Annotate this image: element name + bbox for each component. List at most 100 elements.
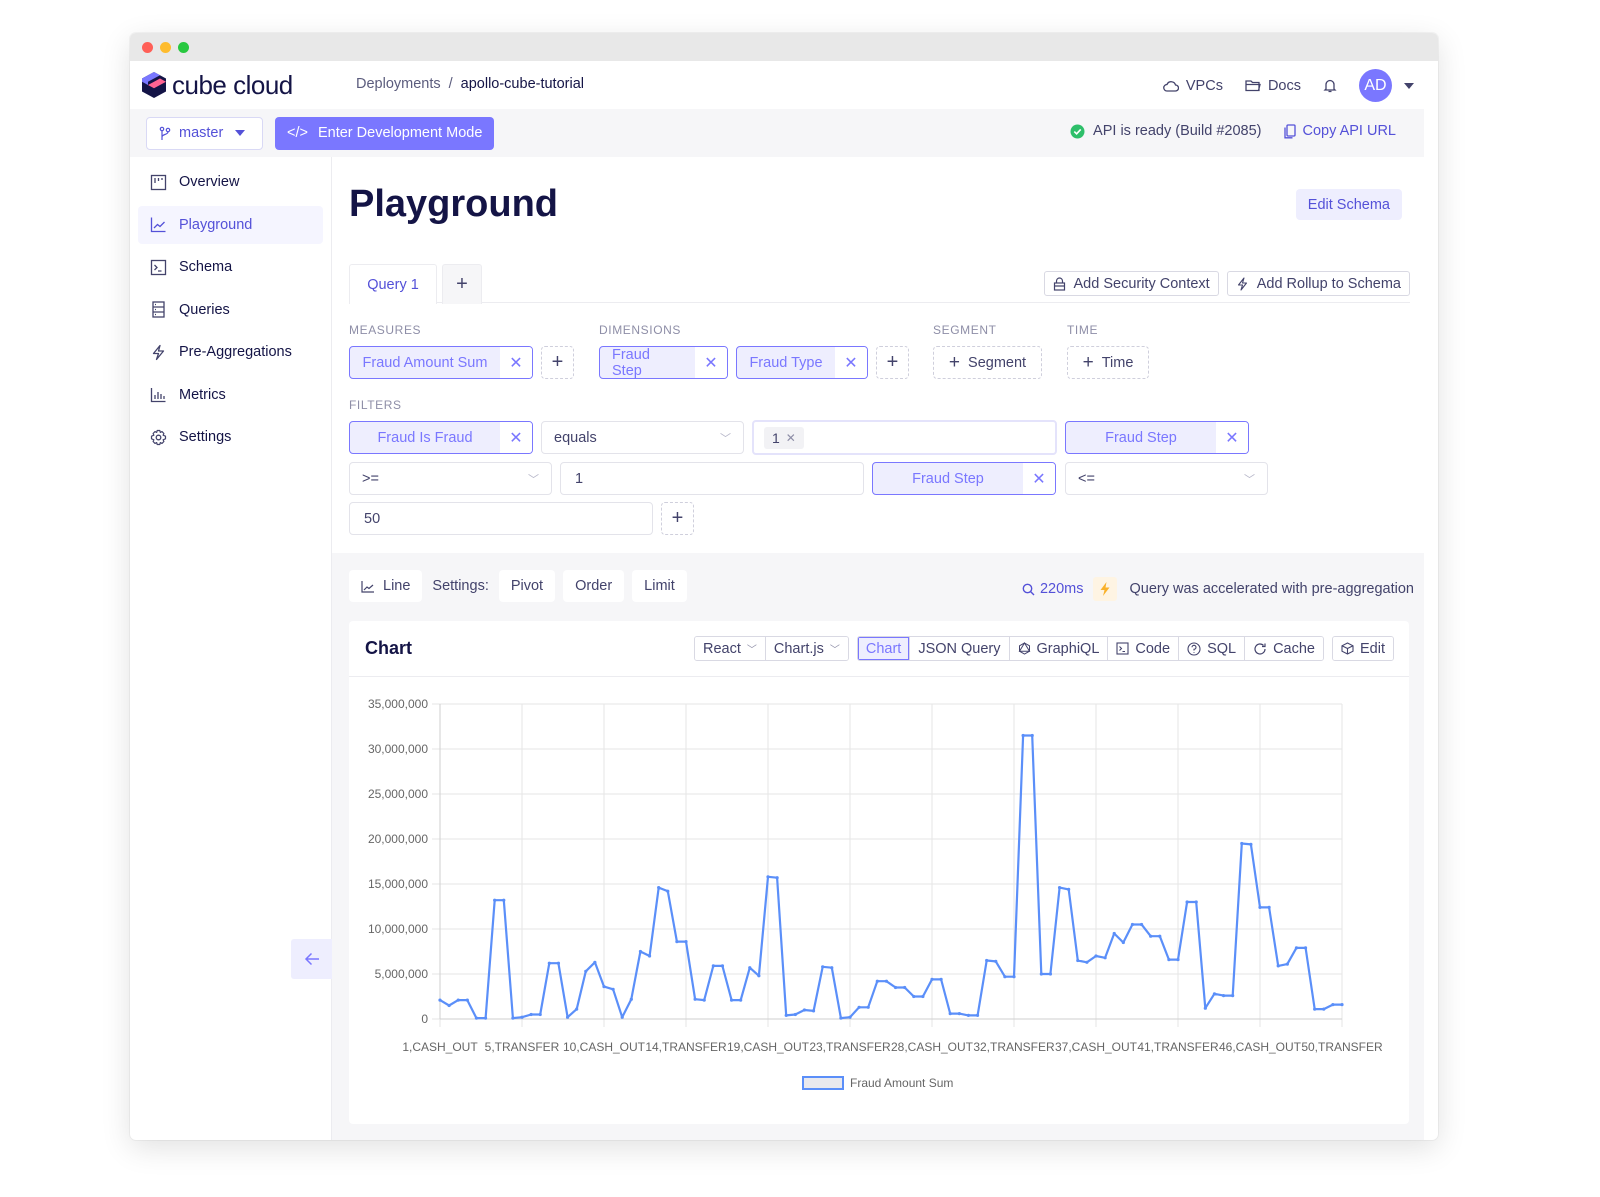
question-circle-icon (1187, 641, 1201, 656)
remove-dimension-icon[interactable]: ✕ (835, 347, 867, 378)
user-menu[interactable]: AD (1359, 69, 1414, 102)
vpcs-link[interactable]: VPCs (1163, 78, 1223, 94)
branch-selector[interactable]: master (146, 116, 263, 150)
minimize-window-button[interactable] (160, 41, 171, 53)
sidebar-item-playground[interactable]: Playground (138, 205, 323, 244)
notifications-button[interactable] (1323, 78, 1337, 93)
data-point (912, 994, 916, 999)
filter-operator-select[interactable]: >= ﹀ (349, 462, 552, 495)
filter-values-input[interactable]: 1 ✕ (752, 420, 1057, 455)
filter-member-pill[interactable]: Fraud Step ✕ (872, 462, 1056, 495)
accelerated-badge (1093, 577, 1118, 601)
data-point (1212, 992, 1217, 996)
filter-value-input[interactable]: 50 (349, 502, 653, 535)
add-security-context-button[interactable]: Add Security Context (1043, 271, 1219, 296)
remove-filter-icon[interactable]: ✕ (1216, 422, 1248, 453)
limit-button[interactable]: Limit (632, 570, 687, 602)
sidebar-item-schema[interactable]: Schema (138, 248, 323, 286)
data-point (1067, 887, 1071, 891)
title-bar (130, 33, 1438, 61)
sidebar-item-queries[interactable]: Queries (138, 291, 323, 329)
edit-label: Edit (1360, 640, 1385, 657)
add-filter-button[interactable]: + (661, 502, 694, 535)
filter-operator-value: >= (362, 470, 379, 487)
add-segment-button[interactable]: + Segment (933, 346, 1042, 379)
remove-tag-icon[interactable]: ✕ (786, 431, 796, 445)
page-title: Playground (349, 183, 559, 225)
filter-operator-select[interactable]: <= ﹀ (1065, 462, 1268, 495)
data-point (1094, 954, 1098, 958)
add-dimension-button[interactable]: + (876, 346, 909, 379)
data-point (502, 898, 506, 902)
framework-dropdown[interactable]: React ﹀ (695, 637, 766, 660)
enter-development-mode-button[interactable]: </> Enter Development Mode (275, 116, 495, 150)
time-button-label: Time (1101, 354, 1134, 371)
data-point (893, 985, 898, 990)
remove-filter-icon[interactable]: ✕ (500, 422, 532, 453)
data-point (930, 977, 934, 981)
filter-operator-select[interactable]: equals ﹀ (541, 421, 744, 454)
sidebar-item-metrics[interactable]: Metrics (138, 376, 323, 414)
x-tick-label: 14,TRANSFER (645, 1040, 727, 1054)
data-point (465, 998, 469, 1002)
dimension-pill[interactable]: Fraud Type ✕ (736, 346, 868, 379)
data-point (985, 958, 989, 963)
data-point (556, 961, 561, 965)
edit-button[interactable]: Edit (1333, 637, 1393, 660)
tab-query-1[interactable]: Query 1 (349, 264, 437, 304)
chart-card-title: Chart (365, 638, 413, 658)
cube-cloud-logo[interactable]: cube cloud (142, 70, 293, 101)
remove-measure-icon[interactable]: ✕ (500, 347, 532, 378)
list-icon (152, 301, 165, 318)
view-tab-sql[interactable]: SQL (1179, 637, 1246, 660)
data-point (647, 954, 652, 958)
data-point (1076, 958, 1080, 963)
framework-selector-group: React ﹀ Chart.js ﹀ (694, 636, 849, 661)
dimension-pill[interactable]: Fraud Step ✕ (599, 346, 728, 379)
view-tab-graphiql[interactable]: GraphiQL (1009, 637, 1109, 660)
library-dropdown[interactable]: Chart.js ﹀ (765, 637, 848, 660)
filter-member-pill[interactable]: Fraud Is Fraud ✕ (349, 421, 533, 454)
data-point (1176, 958, 1180, 962)
copy-api-url-button[interactable]: Copy API URL (1283, 123, 1396, 139)
main-content: Playground Edit Schema Query 1 + Add Sec… (332, 157, 1424, 1140)
vpcs-label: VPCs (1185, 77, 1223, 94)
add-measure-button[interactable]: + (541, 346, 574, 379)
dimension-name: Fraud Type (749, 354, 823, 371)
plus-icon: + (551, 351, 564, 373)
measure-pill[interactable]: Fraud Amount Sum ✕ (349, 346, 533, 379)
sidebar-item-settings[interactable]: Settings (138, 418, 323, 456)
query-timing[interactable]: 220ms (1022, 581, 1083, 597)
docs-link[interactable]: Docs (1245, 78, 1301, 94)
order-button[interactable]: Order (563, 570, 625, 602)
data-point (775, 876, 779, 880)
collapse-sidebar-button[interactable] (291, 939, 332, 979)
copy-icon (1283, 123, 1296, 138)
breadcrumb-separator: / (448, 76, 453, 92)
sidebar-item-label: Schema (179, 259, 233, 275)
chart-type-selector[interactable]: Line (349, 570, 423, 602)
view-tab-cache[interactable]: Cache (1245, 637, 1323, 660)
breadcrumb-deployments[interactable]: Deployments (356, 76, 441, 92)
sidebar-item-pre-aggregations[interactable]: Pre-Aggregations (138, 333, 323, 371)
x-tick-label: 46,CASH_OUT (1219, 1040, 1302, 1054)
y-tick-label: 25,000,000 (368, 787, 428, 801)
library-value: Chart.js (773, 640, 824, 657)
remove-dimension-icon[interactable]: ✕ (695, 347, 727, 378)
maximize-window-button[interactable] (178, 41, 189, 53)
add-time-button[interactable]: + Time (1067, 346, 1149, 379)
add-rollup-button[interactable]: Add Rollup to Schema (1226, 271, 1410, 296)
sidebar-item-overview[interactable]: Overview (138, 163, 323, 201)
filter-value-input[interactable]: 1 (560, 462, 864, 495)
add-query-tab-button[interactable]: + (442, 264, 482, 304)
remove-filter-icon[interactable]: ✕ (1023, 463, 1055, 494)
filter-member-pill[interactable]: Fraud Step ✕ (1065, 421, 1249, 454)
view-tab-json-query[interactable]: JSON Query (910, 637, 1010, 660)
pivot-button[interactable]: Pivot (498, 570, 556, 602)
sidebar-item-label: Playground (179, 216, 253, 233)
view-tab-chart[interactable]: Chart (857, 637, 911, 660)
edit-schema-button[interactable]: Edit Schema (1295, 189, 1402, 220)
view-tab-code[interactable]: Code (1108, 637, 1180, 660)
close-window-button[interactable] (142, 41, 153, 53)
data-point (948, 1012, 952, 1016)
